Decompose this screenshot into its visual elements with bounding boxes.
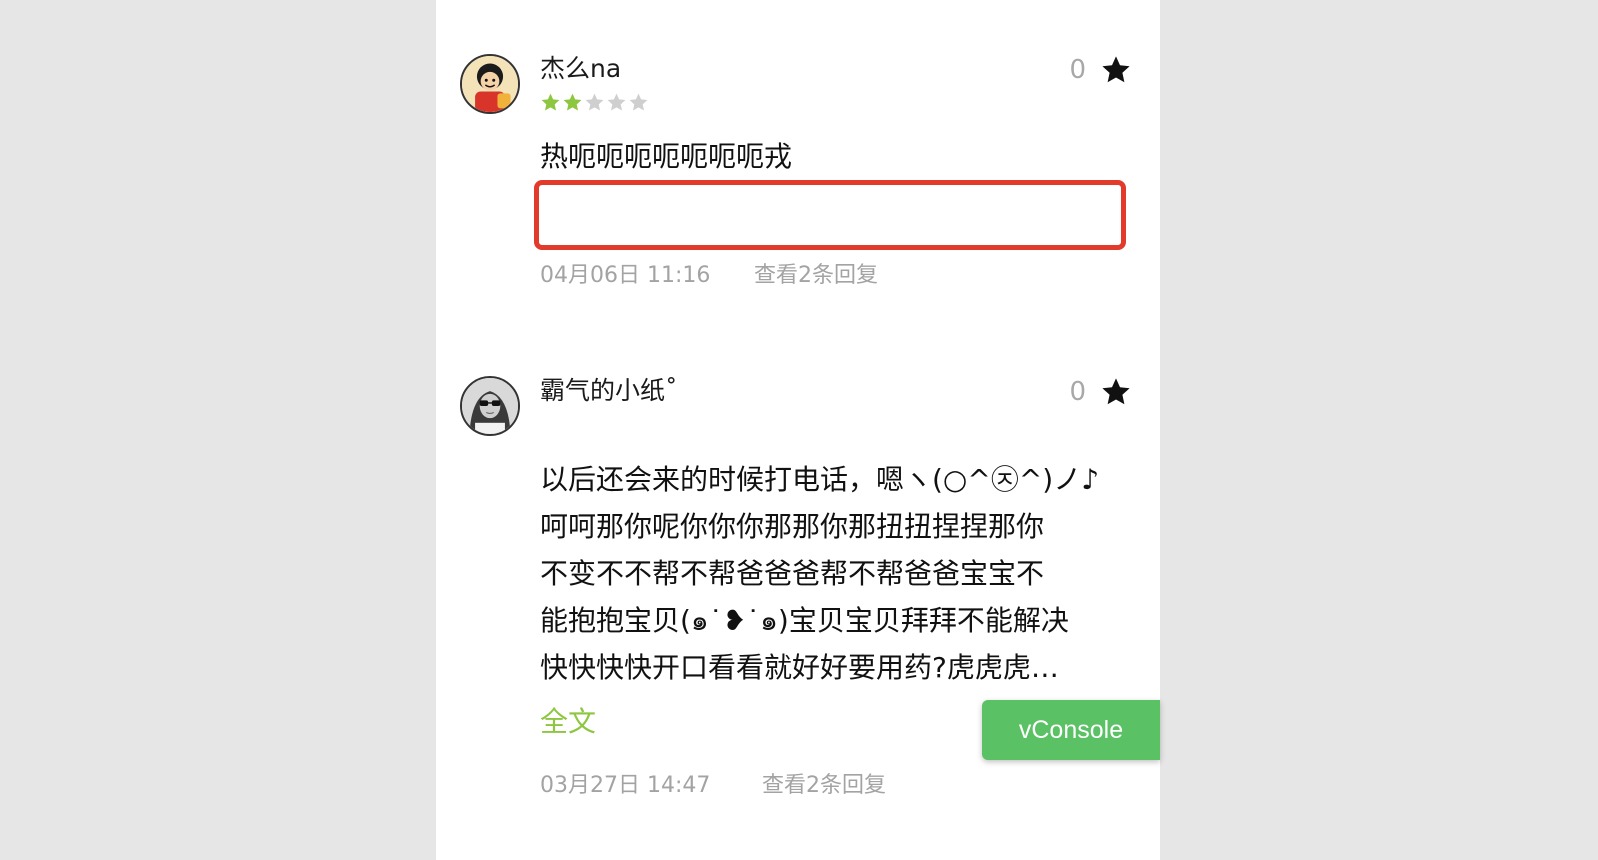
comment-time: 03月27日 14:47: [540, 773, 711, 798]
rating-stars: [540, 92, 650, 116]
star-filled-icon: [563, 93, 582, 111]
comment-line: 能抱抱宝贝(๑˙❥˙๑)宝贝宝贝拜拜不能解决: [540, 604, 1069, 637]
like-star-icon[interactable]: [1100, 54, 1132, 86]
view-replies-link[interactable]: 查看2条回复: [762, 772, 886, 800]
comment-line: 快快快快开口看看就好好要用药?虎虎虎…: [540, 651, 1059, 684]
star-empty-icon: [629, 93, 648, 111]
vconsole-button[interactable]: vConsole: [982, 700, 1160, 760]
like-count: 0: [1069, 55, 1086, 85]
star-empty-icon: [607, 93, 626, 111]
comment-time: 04月06日 11:16: [540, 263, 711, 288]
comment-line: 以后还会来的时候打电话，嗯ヽ(○^㉨^)ノ♪: [540, 463, 1100, 496]
like-count: 0: [1069, 377, 1086, 407]
comment-line: 呵呵那你呢你你你那那你那扭扭捏捏那你: [540, 510, 1045, 543]
cartoon-avatar-icon[interactable]: [460, 54, 520, 114]
comment-text: 以后还会来的时候打电话，嗯ヽ(○^㉨^)ノ♪ 呵呵那你呢你你你那那你那扭扭捏捏那…: [540, 456, 1099, 691]
view-replies-link[interactable]: 查看2条回复: [754, 262, 878, 290]
comment-line: 热呃呃呃呃呃呃呃戎: [540, 140, 793, 173]
star-empty-icon: [585, 93, 604, 111]
reply-input[interactable]: [534, 180, 1126, 250]
comment-text: 热呃呃呃呃呃呃呃戎: [540, 134, 792, 180]
username[interactable]: 霸气的小纸˚: [540, 376, 678, 406]
username[interactable]: 杰么na: [540, 54, 621, 84]
photo-avatar-icon[interactable]: [460, 376, 520, 436]
comment-line: 不变不不帮不帮爸爸爸帮不帮爸爸宝宝不: [540, 557, 1045, 590]
like-star-icon[interactable]: [1100, 376, 1132, 408]
star-filled-icon: [541, 93, 560, 111]
full-text-link[interactable]: 全文: [540, 705, 596, 739]
